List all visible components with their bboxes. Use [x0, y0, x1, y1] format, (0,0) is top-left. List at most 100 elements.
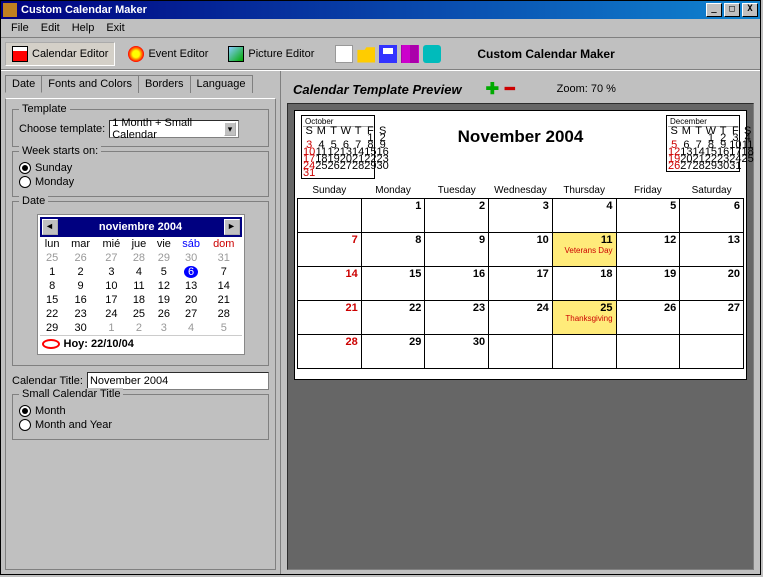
mini-day[interactable]: 29 [40, 321, 65, 335]
big-day: 13 [680, 233, 744, 267]
radio-monday[interactable] [19, 176, 31, 188]
template-combo[interactable]: 1 Month + Small Calendar ▾ [109, 120, 239, 138]
chevron-down-icon[interactable]: ▾ [224, 122, 237, 136]
mini-day[interactable]: 27 [176, 307, 206, 321]
zoom-in-button[interactable]: ✚ [486, 79, 499, 99]
big-day: 4 [552, 199, 616, 233]
mini-day[interactable]: 6 [176, 265, 206, 279]
mini-day[interactable]: 2 [126, 321, 151, 335]
mini-day[interactable]: 17 [96, 293, 126, 307]
mini-day[interactable]: 18 [126, 293, 151, 307]
big-day [489, 335, 553, 369]
big-day: 15 [361, 267, 425, 301]
mini-day[interactable]: 27 [96, 251, 126, 265]
mini-day[interactable]: 13 [176, 279, 206, 293]
tab-borders[interactable]: Borders [138, 75, 191, 93]
close-button[interactable]: X [742, 3, 758, 17]
mini-day[interactable]: 25 [40, 251, 65, 265]
mini-day[interactable]: 31 [206, 251, 241, 265]
preview-area: October SMTWTFS1234567891011121314151617… [287, 103, 754, 570]
mini-day[interactable]: 9 [65, 279, 97, 293]
big-month-title: November 2004 [375, 115, 666, 147]
mini-day[interactable]: 1 [40, 265, 65, 279]
big-day [680, 335, 744, 369]
mini-day[interactable]: 15 [40, 293, 65, 307]
titlebar: Custom Calendar Maker _ □ X [1, 1, 760, 19]
mini-day[interactable]: 8 [40, 279, 65, 293]
mini-day[interactable]: 28 [126, 251, 151, 265]
big-day: 9 [425, 233, 489, 267]
mini-day[interactable]: 20 [176, 293, 206, 307]
month-year-label: Month and Year [35, 419, 112, 431]
mini-day[interactable]: 21 [206, 293, 241, 307]
event-editor-button[interactable]: Event Editor [121, 42, 215, 66]
mini-day[interactable]: 29 [152, 251, 177, 265]
mini-day[interactable]: 4 [176, 321, 206, 335]
mini-day[interactable]: 30 [65, 321, 97, 335]
tab-language[interactable]: Language [190, 75, 253, 93]
mini-day[interactable]: 5 [152, 265, 177, 279]
prev-month-button[interactable]: ◄ [42, 219, 58, 235]
big-day: 22 [361, 301, 425, 335]
mini-day[interactable]: 10 [96, 279, 126, 293]
tab-date[interactable]: Date [5, 75, 42, 93]
link-icon[interactable] [423, 45, 441, 63]
save-icon[interactable] [379, 45, 397, 63]
mini-day[interactable]: 26 [65, 251, 97, 265]
radio-month[interactable] [19, 405, 31, 417]
mini-day[interactable]: 3 [96, 265, 126, 279]
mini-day[interactable]: 1 [96, 321, 126, 335]
choose-template-label: Choose template: [19, 123, 105, 135]
mini-day[interactable]: 12 [152, 279, 177, 293]
tab-fonts[interactable]: Fonts and Colors [41, 75, 139, 93]
new-icon[interactable] [335, 45, 353, 63]
preview-title: Calendar Template Preview [293, 82, 462, 97]
event-icon [128, 46, 144, 62]
mini-day[interactable]: 22 [40, 307, 65, 321]
mini-day[interactable]: 4 [126, 265, 151, 279]
next-month-button[interactable]: ► [224, 219, 240, 235]
maximize-button[interactable]: □ [724, 3, 740, 17]
toolbar-brand: Custom Calendar Maker [477, 47, 614, 61]
big-calendar: SundayMondayTuesdayWednesdayThursdayFrid… [297, 183, 744, 369]
tabstrip: Date Fonts and Colors Borders Language [5, 75, 276, 93]
menu-file[interactable]: File [5, 21, 35, 35]
today-label[interactable]: Hoy: 22/10/04 [64, 338, 134, 350]
mini-day[interactable]: 25 [126, 307, 151, 321]
picture-icon [228, 46, 244, 62]
mini-day[interactable]: 23 [65, 307, 97, 321]
mini-day[interactable]: 24 [96, 307, 126, 321]
calendar-icon [12, 46, 28, 62]
minimize-button[interactable]: _ [706, 3, 722, 17]
mini-month-label: noviembre 2004 [99, 221, 182, 233]
calendar-editor-button[interactable]: Calendar Editor [5, 42, 115, 66]
mini-calendar[interactable]: ◄ noviembre 2004 ► lunmarmiéjueviesábdom… [37, 214, 245, 355]
mini-day[interactable]: 16 [65, 293, 97, 307]
menu-edit[interactable]: Edit [35, 21, 66, 35]
mini-day[interactable]: 3 [152, 321, 177, 335]
mini-day[interactable]: 19 [152, 293, 177, 307]
menu-exit[interactable]: Exit [100, 21, 130, 35]
mini-day[interactable]: 28 [206, 307, 241, 321]
mini-day[interactable]: 7 [206, 265, 241, 279]
mini-day[interactable]: 2 [65, 265, 97, 279]
big-day: 12 [616, 233, 680, 267]
template-group: Template Choose template: 1 Month + Smal… [12, 109, 269, 147]
picture-editor-button[interactable]: Picture Editor [221, 42, 321, 66]
mini-day[interactable]: 26 [152, 307, 177, 321]
sunday-label: Sunday [35, 162, 72, 174]
mini-day[interactable]: 14 [206, 279, 241, 293]
mini-day[interactable]: 5 [206, 321, 241, 335]
menu-help[interactable]: Help [66, 21, 101, 35]
zoom-out-button[interactable]: ━ [505, 79, 515, 99]
radio-sunday[interactable] [19, 162, 31, 174]
big-day: 25Thanksgiving [552, 301, 616, 335]
week-group: Week starts on: Sunday Monday [12, 151, 269, 197]
tiny-cal-right: December SMTWTFS123456789101112131415161… [666, 115, 740, 172]
book-icon[interactable] [401, 45, 419, 63]
big-day: 7 [298, 233, 362, 267]
open-icon[interactable] [357, 45, 375, 63]
mini-day[interactable]: 30 [176, 251, 206, 265]
mini-day[interactable]: 11 [126, 279, 151, 293]
radio-month-year[interactable] [19, 419, 31, 431]
